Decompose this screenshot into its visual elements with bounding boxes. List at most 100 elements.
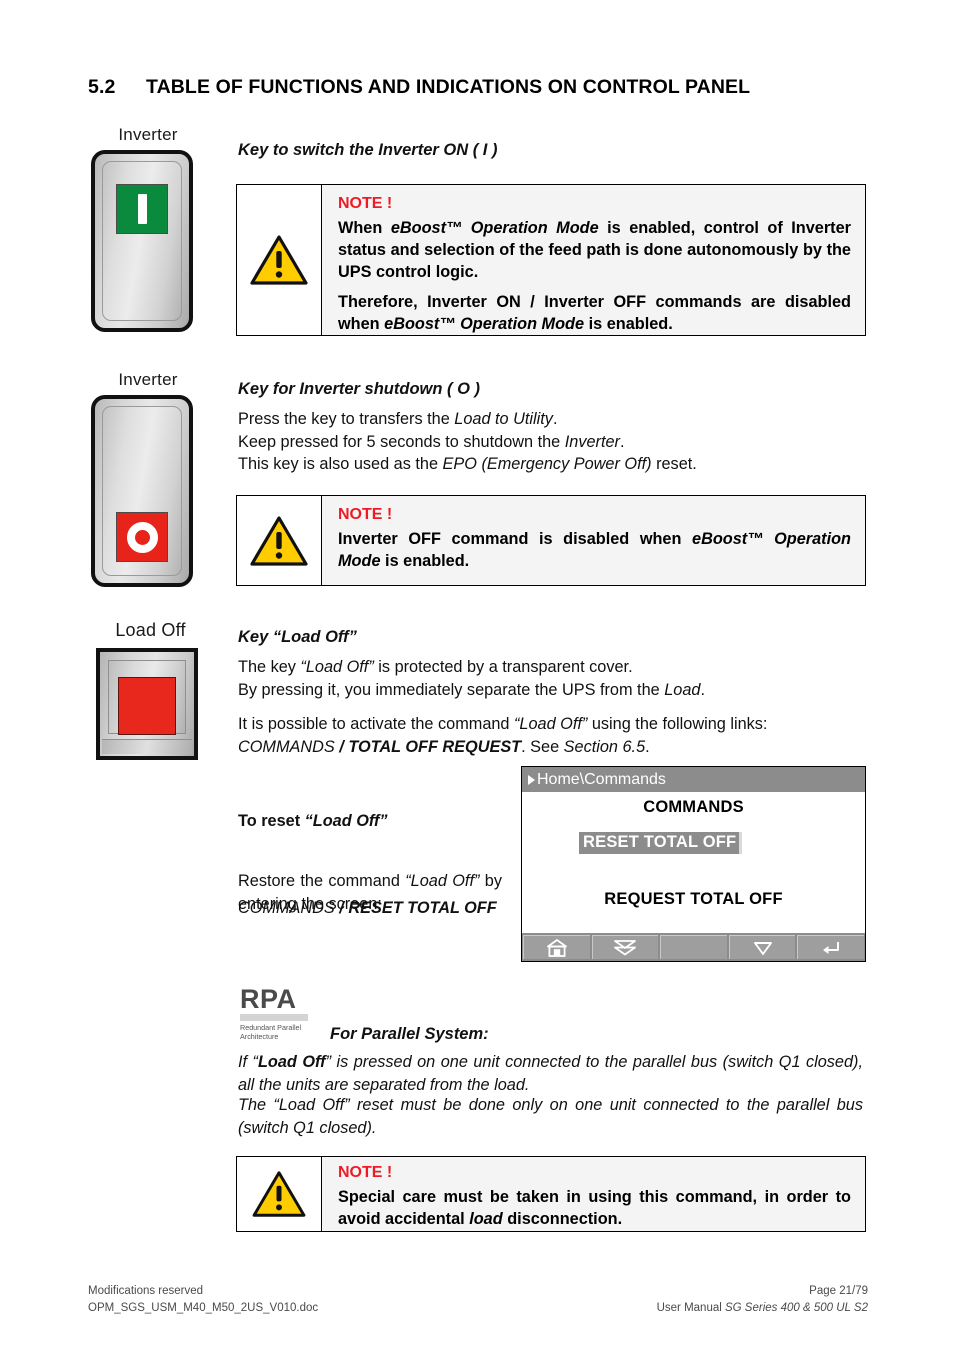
note-text: is enabled. (584, 315, 673, 333)
reset-load-off-subtitle: To reset “Load Off” (238, 810, 388, 833)
caret-right-icon (528, 774, 535, 785)
note-paragraph-2: Therefore, Inverter ON / Inverter OFF co… (338, 291, 851, 335)
inverter-off-key-graphic (91, 395, 193, 587)
load-off-body-1: The key “Load Off” is protected by a tra… (238, 656, 858, 701)
footer-left: Modifications reserved OPM_SGS_USM_M40_M… (88, 1283, 318, 1317)
rpa-logo: RPA Redundant Parallel Architecture (240, 985, 312, 1041)
inverter-off-key-caption: Inverter (118, 370, 178, 389)
body-text: Press the key to transfers the (238, 410, 455, 428)
inverter-off-line-2: Keep pressed for 5 seconds to shutdown t… (238, 431, 858, 454)
lcd-softkey-enter[interactable] (797, 935, 864, 959)
body-text: ” is pressed on one unit connected to th… (238, 1053, 863, 1094)
lcd-display: Home\Commands COMMANDS RESET TOTAL OFF R… (521, 766, 866, 962)
note-body: NOTE ! When eBoost™ Operation Mode is en… (322, 185, 865, 335)
lcd-menu-item-request-total-off[interactable]: REQUEST TOTAL OFF (522, 890, 865, 909)
load-off-line-4: COMMANDS / TOTAL OFF REQUEST. See Sectio… (238, 736, 858, 759)
note-label: NOTE ! (338, 195, 393, 212)
inverter-on-led (116, 184, 168, 234)
warning-cell (237, 496, 322, 585)
load-off-cover-frame (108, 660, 186, 735)
note-box-inverter-off: NOTE ! Inverter OFF command is disabled … (236, 495, 866, 586)
body-emphasis: “Load Off” (405, 872, 480, 890)
body-text: If “ (238, 1053, 258, 1071)
document-page: 5.2 TABLE OF FUNCTIONS AND INDICATIONS ON… (0, 0, 954, 1350)
section-title-text: TABLE OF FUNCTIONS AND INDICATIONS ON CO… (146, 76, 751, 98)
body-text: The key (238, 658, 301, 676)
lcd-softkey-page-down[interactable] (591, 935, 659, 959)
body-text: . (645, 737, 650, 756)
body-text: It is possible to activate the command (238, 715, 515, 733)
inverter-off-subtitle: Key for Inverter shutdown ( O ) (238, 380, 481, 398)
note-paragraph-1: Special care must be taken in using this… (338, 1186, 851, 1230)
menu-path-sep: / (334, 899, 349, 917)
load-off-line-3: It is possible to activate the command “… (238, 713, 858, 736)
body-emphasis: “Load Off” (514, 715, 588, 733)
note-text: Inverter OFF command is disabled when (338, 530, 693, 548)
note-body: NOTE ! Special care must be taken in usi… (322, 1157, 865, 1231)
lcd-softkey-home[interactable] (523, 935, 590, 959)
body-emphasis: EPO (Emergency Power Off) (442, 455, 652, 473)
footer-text: User Manual (656, 1302, 725, 1314)
rpa-logo-subtitle-line2: Architecture (240, 1031, 279, 1041)
warning-cell (237, 1157, 322, 1231)
menu-path-part: COMMANDS (238, 737, 335, 756)
load-off-key-caption: Load Off (115, 620, 186, 640)
body-text: is protected by a transparent cover. (373, 658, 633, 676)
load-off-subtitle: Key “Load Off” (238, 628, 357, 646)
parallel-system-subtitle: For Parallel System: (330, 1025, 489, 1043)
power-on-i-icon (137, 194, 147, 224)
body-text: using the following links: (587, 715, 768, 733)
footer-page-number: Page 21/79 (809, 1285, 868, 1297)
note-paragraph-1: When eBoost™ Operation Mode is enabled, … (338, 217, 851, 283)
body-text: . (619, 432, 625, 451)
lcd-body: COMMANDS RESET TOTAL OFF REQUEST TOTAL O… (522, 792, 865, 932)
parallel-system-paragraph-2: The “Load Off” reset must be done only o… (238, 1096, 863, 1137)
inverter-off-line-1: Press the key to transfers the Load to U… (238, 408, 858, 431)
note-text: is enabled. (380, 552, 470, 570)
load-off-key-graphic (96, 648, 198, 760)
body-emphasis: Load to Utility (454, 410, 553, 428)
body-emphasis: “Load Off” (300, 658, 374, 676)
page-title: 5.2 TABLE OF FUNCTIONS AND INDICATIONS ON… (88, 76, 750, 99)
body-text: By pressing it, you immediately separate… (238, 680, 665, 699)
rpa-logo-bar (240, 1014, 308, 1021)
down-triangle-icon (753, 941, 772, 955)
note-box-inverter-on: NOTE ! When eBoost™ Operation Mode is en… (236, 184, 866, 336)
note-text: When (338, 219, 391, 237)
load-off-line-1: The key “Load Off” is protected by a tra… (238, 656, 858, 679)
lcd-softkey-down[interactable] (728, 935, 796, 959)
double-down-chevron-icon (614, 939, 637, 955)
warning-cell (237, 185, 322, 335)
subtitle-text: To reset (238, 812, 305, 830)
lcd-softkey-blank[interactable] (660, 935, 727, 959)
note-label: NOTE ! (338, 1164, 393, 1181)
body-text: reset. (651, 455, 697, 473)
note-emphasis: eBoost™ Operation Mode (390, 219, 599, 237)
body-text: Keep pressed for 5 seconds to shutdown t… (238, 432, 565, 451)
body-emphasis: Load (664, 680, 701, 699)
note-emphasis: eBoost™ Operation Mode (384, 315, 585, 333)
note-body: NOTE ! Inverter OFF command is disabled … (322, 496, 865, 585)
body-text: This key is also used as the (238, 455, 443, 473)
note-box-parallel: NOTE ! Special care must be taken in usi… (236, 1156, 866, 1232)
body-text: . See (521, 737, 564, 756)
inverter-on-subtitle: Key to switch the Inverter ON ( I ) (238, 141, 498, 159)
reset-load-off-menu-path: COMMANDS / RESET TOTAL OFF (238, 897, 538, 920)
menu-path-part: COMMANDS (238, 899, 335, 917)
lcd-breadcrumb: Home\Commands (522, 767, 865, 792)
power-off-o-icon (126, 521, 158, 553)
footer-document-filename: OPM_SGS_USM_M40_M50_2US_V010.doc (88, 1302, 319, 1314)
inverter-off-line-3: This key is also used as the EPO (Emerge… (238, 453, 858, 476)
footer-manual-title: User Manual SG Series 400 & 500 UL S2 (657, 1300, 868, 1317)
footer-emphasis: SG Series 400 & 500 UL S2 (725, 1302, 868, 1314)
warning-triangle-icon (252, 1171, 306, 1217)
inverter-off-body: Press the key to transfers the Load to U… (238, 408, 858, 476)
subtitle-emphasis: “Load Off” (304, 812, 388, 830)
inverter-off-led (116, 512, 168, 562)
warning-triangle-icon (250, 235, 308, 285)
inverter-on-key-caption: Inverter (118, 125, 178, 144)
warning-triangle-icon (250, 515, 308, 566)
lcd-menu-item-selected[interactable]: RESET TOTAL OFF (579, 832, 743, 854)
footer-right: Page 21/79 User Manual SG Series 400 & 5… (657, 1283, 868, 1317)
home-icon (546, 938, 567, 957)
